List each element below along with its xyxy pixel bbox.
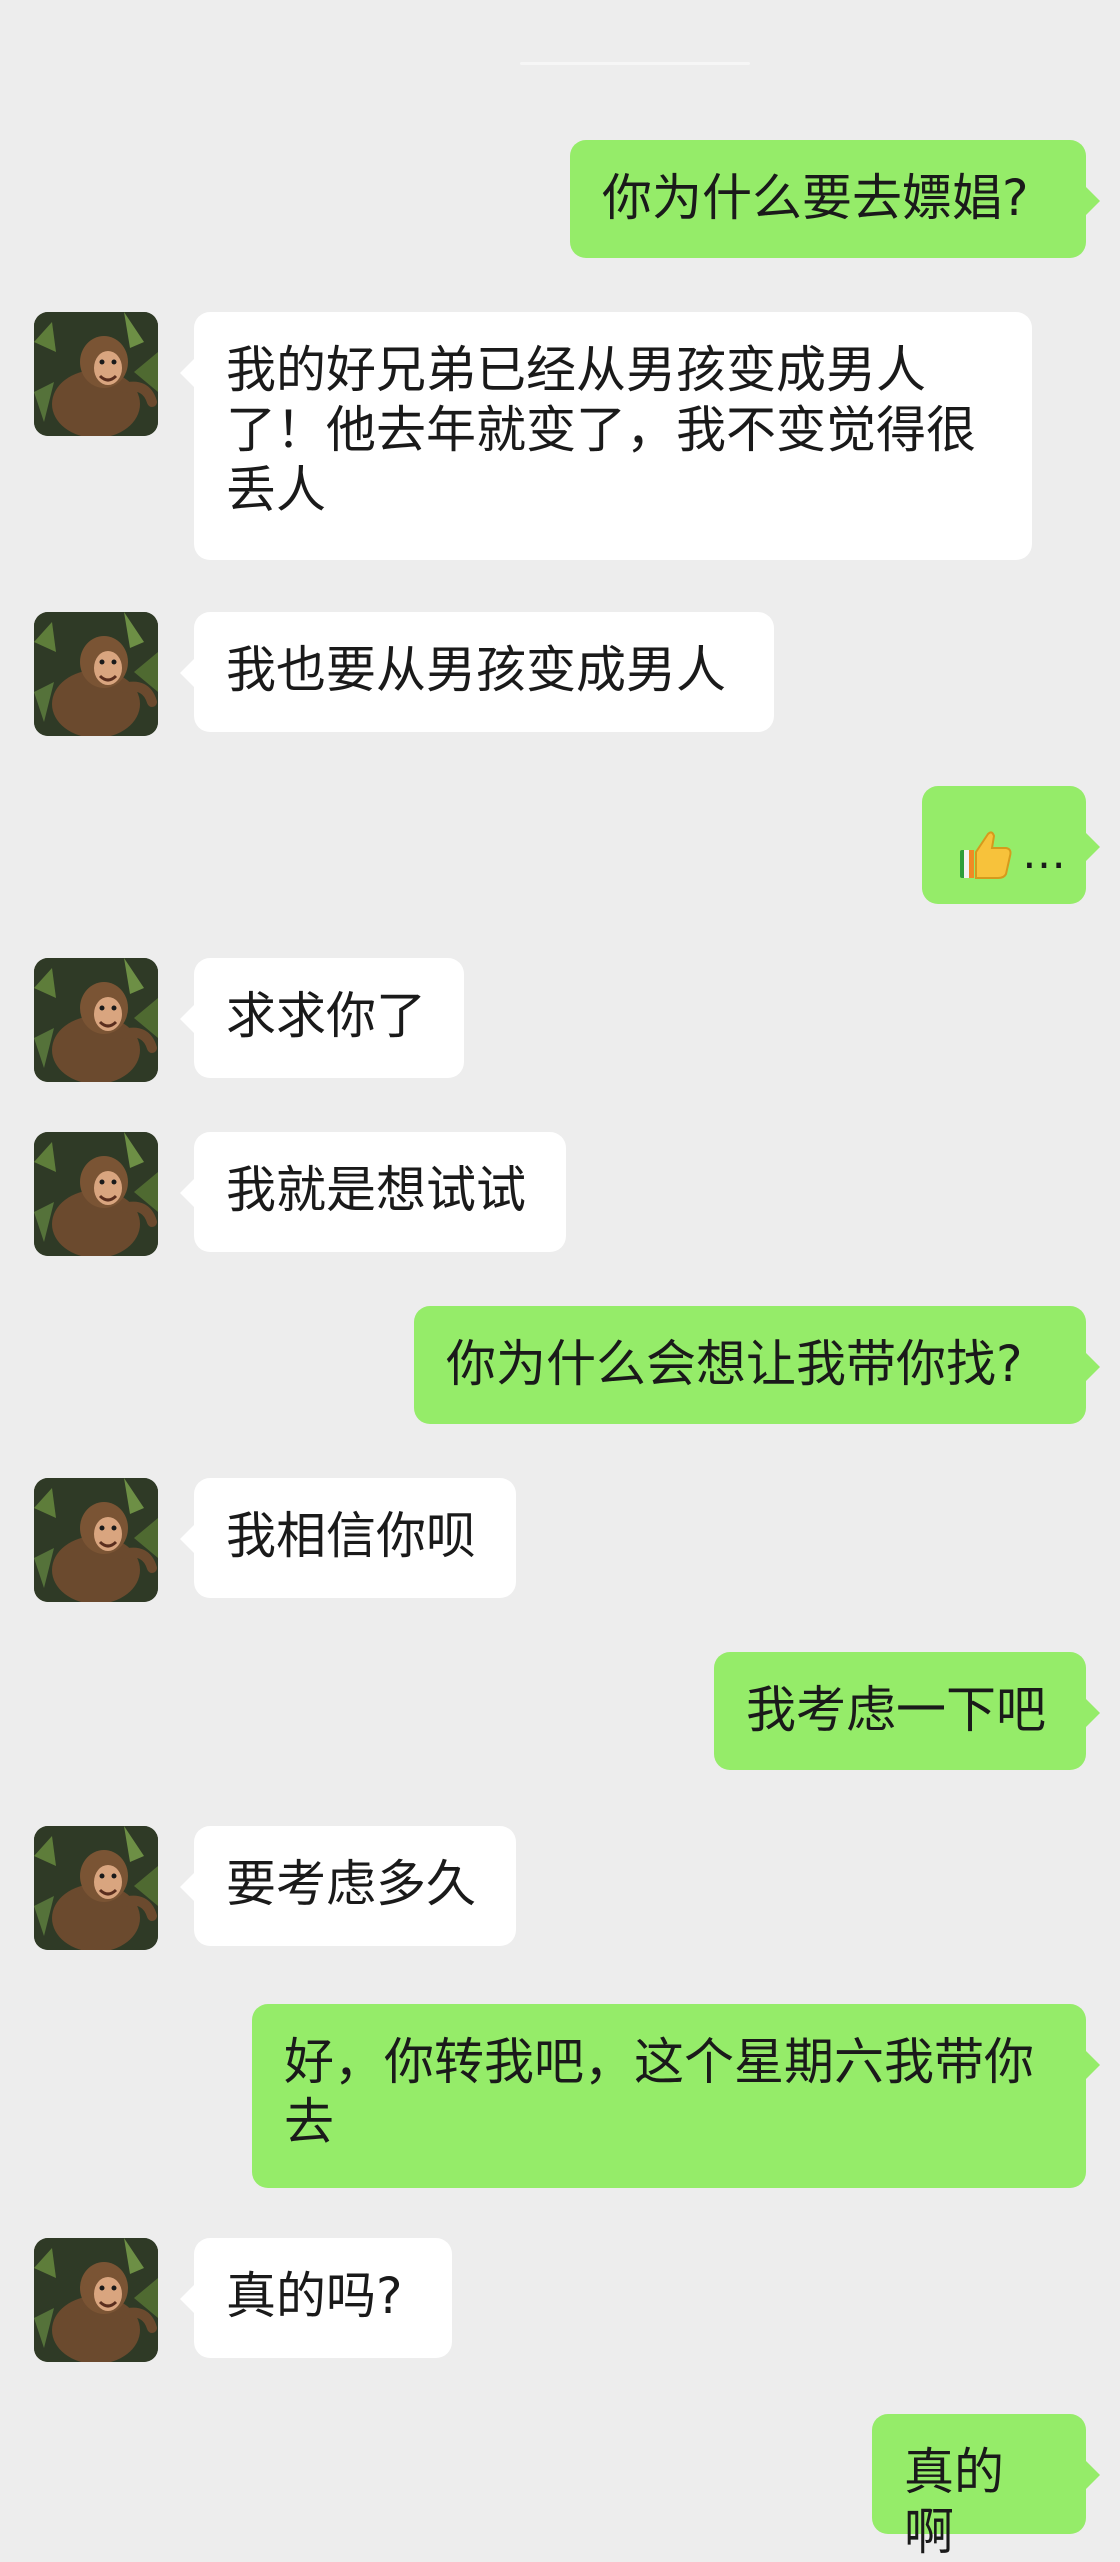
message-bubble-outgoing[interactable]: 好，你转我吧，这个星期六我带你去	[252, 2004, 1100, 2188]
message-text: …	[1022, 828, 1068, 879]
monkey-avatar-icon	[34, 1478, 158, 1602]
friend-avatar[interactable]	[34, 612, 158, 736]
message-bubble-incoming[interactable]: 我的好兄弟已经从男孩变成男人了！他去年就变了，我不变觉得很丢人	[180, 312, 1032, 560]
message-bubble-incoming[interactable]: 真的吗?	[180, 2238, 452, 2358]
message-bubble-outgoing[interactable]: 你为什么要去嫖娼?	[570, 140, 1100, 258]
message-bubble-incoming[interactable]: 求求你了	[180, 958, 464, 1078]
monkey-avatar-icon	[34, 1132, 158, 1256]
message-bubble-outgoing[interactable]: 真的啊	[872, 2414, 1100, 2561]
message-bubble-incoming[interactable]: 要考虑多久	[180, 1826, 516, 1946]
friend-avatar[interactable]	[34, 1132, 158, 1256]
thumbs-up-icon	[958, 706, 1014, 1002]
friend-avatar[interactable]	[34, 312, 158, 436]
friend-avatar[interactable]	[34, 958, 158, 1082]
message-bubble-outgoing[interactable]: 我考虑一下吧	[714, 1652, 1100, 1770]
friend-avatar[interactable]	[34, 1826, 158, 1950]
message-bubble-outgoing[interactable]: …	[922, 786, 1100, 904]
monkey-avatar-icon	[34, 1826, 158, 1950]
friend-avatar[interactable]	[34, 1478, 158, 1602]
top-divider	[520, 62, 750, 65]
message-bubble-incoming[interactable]: 我也要从男孩变成男人	[180, 612, 774, 732]
monkey-avatar-icon	[34, 958, 158, 1082]
friend-avatar[interactable]	[34, 2238, 158, 2362]
monkey-avatar-icon	[34, 312, 158, 436]
message-bubble-outgoing[interactable]: 你为什么会想让我带你找?	[414, 1306, 1100, 1424]
message-bubble-incoming[interactable]: 我相信你呗	[180, 1478, 516, 1598]
monkey-avatar-icon	[34, 2238, 158, 2362]
monkey-avatar-icon	[34, 612, 158, 736]
message-bubble-incoming[interactable]: 我就是想试试	[180, 1132, 566, 1252]
